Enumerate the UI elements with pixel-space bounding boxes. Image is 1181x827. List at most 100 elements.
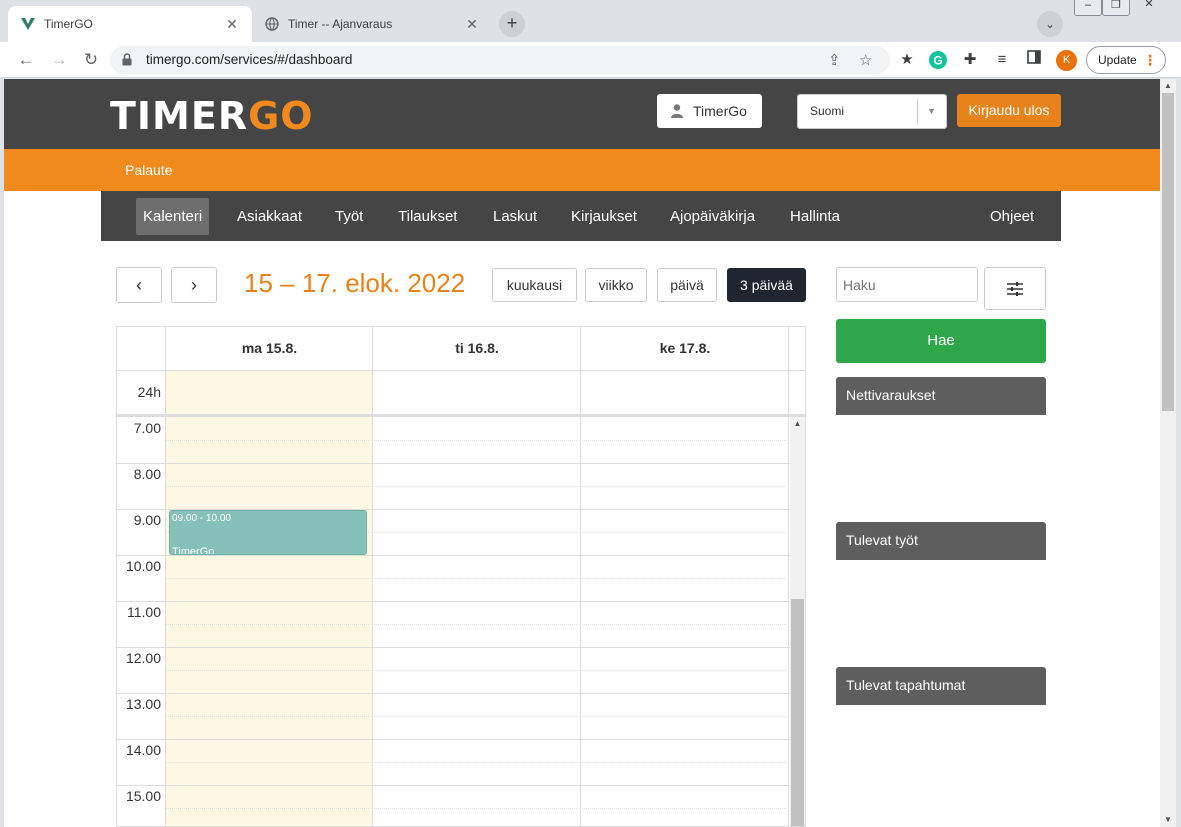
feedback-bar: Palaute — [4, 149, 1160, 191]
column-divider — [788, 327, 789, 826]
time-label: 15.00 — [125, 788, 161, 804]
today-column-highlight — [166, 417, 373, 826]
tab-search-chevron-icon[interactable]: ⌄ — [1037, 11, 1063, 37]
time-label: 13.00 — [125, 696, 161, 712]
time-label: 14.00 — [125, 742, 161, 758]
view-month-button[interactable]: kuukausi — [492, 268, 577, 302]
chevron-down-icon: ▼ — [927, 106, 936, 116]
minimize-window-button[interactable]: – — [1074, 0, 1102, 16]
page-scrollbar[interactable]: ▲ ▼ — [1160, 79, 1176, 827]
forward-arrow-icon[interactable]: → — [48, 49, 70, 71]
hour-line — [117, 739, 791, 740]
panel-online-bookings[interactable]: Nettivaraukset — [836, 377, 1046, 415]
restore-window-button[interactable]: ❐ — [1102, 0, 1130, 16]
nav-item-jobs[interactable]: Työt — [328, 198, 370, 235]
half-hour-line — [166, 624, 791, 625]
main-navigation: Kalenteri Asiakkaat Työt Tilaukset Lasku… — [101, 191, 1061, 241]
half-hour-line — [166, 762, 791, 763]
nav-item-help[interactable]: Ohjeet — [983, 198, 1041, 235]
reading-list-star-icon[interactable]: ★ — [897, 50, 917, 70]
filter-button[interactable] — [984, 267, 1046, 310]
media-control-icon[interactable]: ≡ — [992, 50, 1012, 70]
column-divider — [580, 327, 581, 826]
half-hour-line — [166, 716, 791, 717]
logout-button[interactable]: Kirjaudu ulos — [957, 94, 1061, 127]
scroll-down-arrow-icon[interactable]: ▼ — [1160, 813, 1176, 827]
more-menu-icon[interactable]: ⋮ — [1143, 47, 1157, 73]
side-panel-icon[interactable] — [1024, 50, 1044, 70]
time-label: 11.00 — [127, 604, 161, 620]
calendar-date-range: 15 – 17. elok. 2022 — [244, 268, 466, 298]
calendar-grid: ma 15.8. ti 16.8. ke 17.8. 24h 7.00 8.00… — [116, 326, 806, 827]
today-column-highlight — [166, 370, 373, 414]
language-select[interactable]: Suomi ▼ — [797, 94, 947, 129]
half-hour-line — [166, 440, 791, 441]
back-arrow-icon[interactable]: ← — [15, 49, 37, 71]
svg-text:G: G — [933, 54, 942, 68]
hour-line — [117, 785, 791, 786]
browser-tab-ajanvaraus[interactable]: Timer -- Ajanvaraus ✕ — [252, 6, 492, 42]
user-label: TimerGo — [693, 103, 747, 119]
close-tab-icon[interactable]: ✕ — [224, 16, 240, 33]
panel-upcoming-events[interactable]: Tulevat tapahtumat — [836, 667, 1046, 705]
grammarly-extension-icon[interactable]: G — [928, 50, 948, 70]
language-value: Suomi — [810, 104, 845, 118]
half-hour-line — [166, 486, 791, 487]
nav-item-orders[interactable]: Tilaukset — [391, 198, 464, 235]
address-bar[interactable]: timergo.com/services/#/dashboard ⇪ ☆ — [110, 46, 890, 74]
globe-icon — [264, 16, 280, 32]
prev-period-button[interactable]: ‹ — [116, 267, 162, 303]
nav-item-calendar[interactable]: Kalenteri — [136, 198, 210, 235]
scrollbar-thumb[interactable] — [791, 599, 804, 826]
nav-item-customers[interactable]: Asiakkaat — [230, 198, 309, 235]
nav-item-entries[interactable]: Kirjaukset — [564, 198, 644, 235]
lock-icon — [122, 53, 132, 66]
nav-item-admin[interactable]: Hallinta — [783, 198, 847, 235]
profile-avatar[interactable]: K — [1056, 50, 1077, 71]
view-week-button[interactable]: viikko — [585, 268, 647, 302]
event-title: TimerGo — [172, 546, 215, 555]
select-divider — [917, 99, 918, 124]
day-header: ke 17.8. — [659, 340, 711, 356]
view-3days-button[interactable]: 3 päivää — [727, 268, 806, 302]
browser-tabstrip: TimerGO ✕ Timer -- Ajanvaraus ✕ + ⌄ – ❐ … — [0, 0, 1181, 42]
day-header: ti 16.8. — [455, 340, 499, 356]
hour-line — [117, 463, 791, 464]
hour-line — [117, 647, 791, 648]
extensions-puzzle-icon[interactable]: ✚ — [960, 50, 980, 70]
allday-divider — [117, 414, 805, 417]
timergo-logo[interactable]: TIMERGO — [110, 96, 314, 136]
sliders-icon — [1007, 282, 1023, 296]
update-label: Update — [1098, 53, 1137, 67]
scroll-up-arrow-icon[interactable]: ▲ — [1160, 79, 1176, 93]
search-input[interactable] — [836, 267, 978, 302]
logo-text-go: GO — [248, 94, 314, 138]
tab-title: TimerGO — [44, 17, 93, 31]
half-hour-line — [166, 808, 791, 809]
close-window-button[interactable]: ✕ — [1130, 0, 1168, 16]
panel-upcoming-jobs[interactable]: Tulevat työt — [836, 522, 1046, 560]
next-period-button[interactable]: › — [171, 267, 217, 303]
nav-item-invoices[interactable]: Laskut — [486, 198, 544, 235]
calendar-event[interactable]: 09.00 - 10.00 TimerGo — [169, 510, 367, 555]
app-header: TIMERGO TimerGo Suomi ▼ Kirjaudu ulos — [4, 79, 1160, 149]
nav-item-logbook[interactable]: Ajopäiväkirja — [663, 198, 762, 235]
scroll-up-arrow-icon[interactable]: ▲ — [790, 417, 805, 431]
user-button[interactable]: TimerGo — [657, 94, 762, 128]
browser-tab-timergo[interactable]: TimerGO ✕ — [8, 6, 252, 42]
search-button[interactable]: Hae — [836, 319, 1046, 363]
logo-text-timer: TIMER — [110, 94, 249, 138]
bookmark-star-icon[interactable]: ☆ — [859, 51, 872, 69]
scrollbar-thumb[interactable] — [1162, 93, 1174, 411]
close-tab-icon[interactable]: ✕ — [464, 16, 480, 33]
browser-update-button[interactable]: Update ⋮ — [1086, 46, 1166, 74]
event-time: 09.00 - 10.00 — [172, 513, 231, 524]
view-day-button[interactable]: päivä — [657, 268, 717, 302]
calendar-scrollbar[interactable]: ▲ — [790, 417, 805, 826]
reload-icon[interactable]: ↻ — [80, 49, 102, 71]
column-divider — [372, 327, 373, 826]
day-header: ma 15.8. — [241, 340, 298, 356]
feedback-link[interactable]: Palaute — [125, 162, 172, 178]
new-tab-button[interactable]: + — [499, 11, 525, 37]
share-icon[interactable]: ⇪ — [828, 51, 841, 69]
